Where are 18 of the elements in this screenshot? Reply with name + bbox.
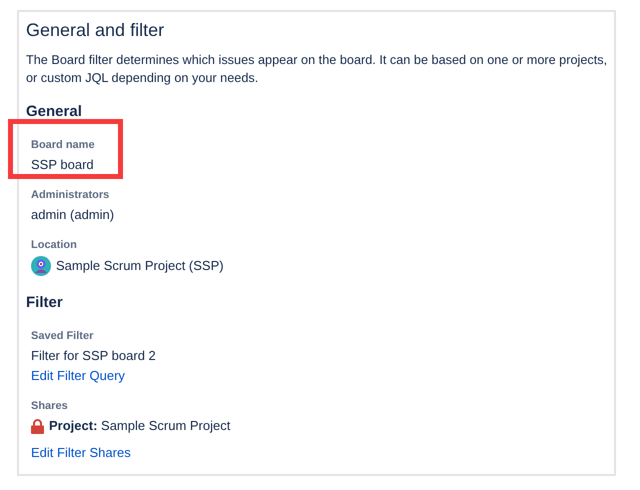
robot-avatar-icon bbox=[31, 256, 51, 276]
section-heading: General bbox=[26, 102, 83, 122]
edit-link[interactable]: Edit Filter Query bbox=[31, 367, 125, 385]
field-label: Saved Filter bbox=[31, 329, 94, 343]
field-label: Administrators bbox=[31, 188, 110, 202]
edit-link[interactable]: Edit Filter Shares bbox=[31, 444, 131, 462]
section-heading: Filter bbox=[26, 293, 64, 313]
field-value: Sample Scrum Project (SSP) bbox=[56, 257, 224, 275]
field-value: Filter for SSP board 2 bbox=[31, 347, 156, 365]
field-value: Project: Sample Scrum Project bbox=[49, 417, 230, 435]
lock-icon bbox=[31, 418, 44, 434]
field-value: admin (admin) bbox=[31, 206, 114, 224]
field-label: Location bbox=[31, 238, 77, 252]
panel-title: General and filter bbox=[26, 19, 166, 42]
panel-description: The Board filter determines which issues appear on the board. It can be based on one or more projects, or custom JQL depending on your needs. bbox=[26, 52, 608, 87]
field-value: SSP board bbox=[31, 156, 94, 174]
field-label: Board name bbox=[31, 138, 95, 152]
field-label: Shares bbox=[31, 399, 68, 413]
